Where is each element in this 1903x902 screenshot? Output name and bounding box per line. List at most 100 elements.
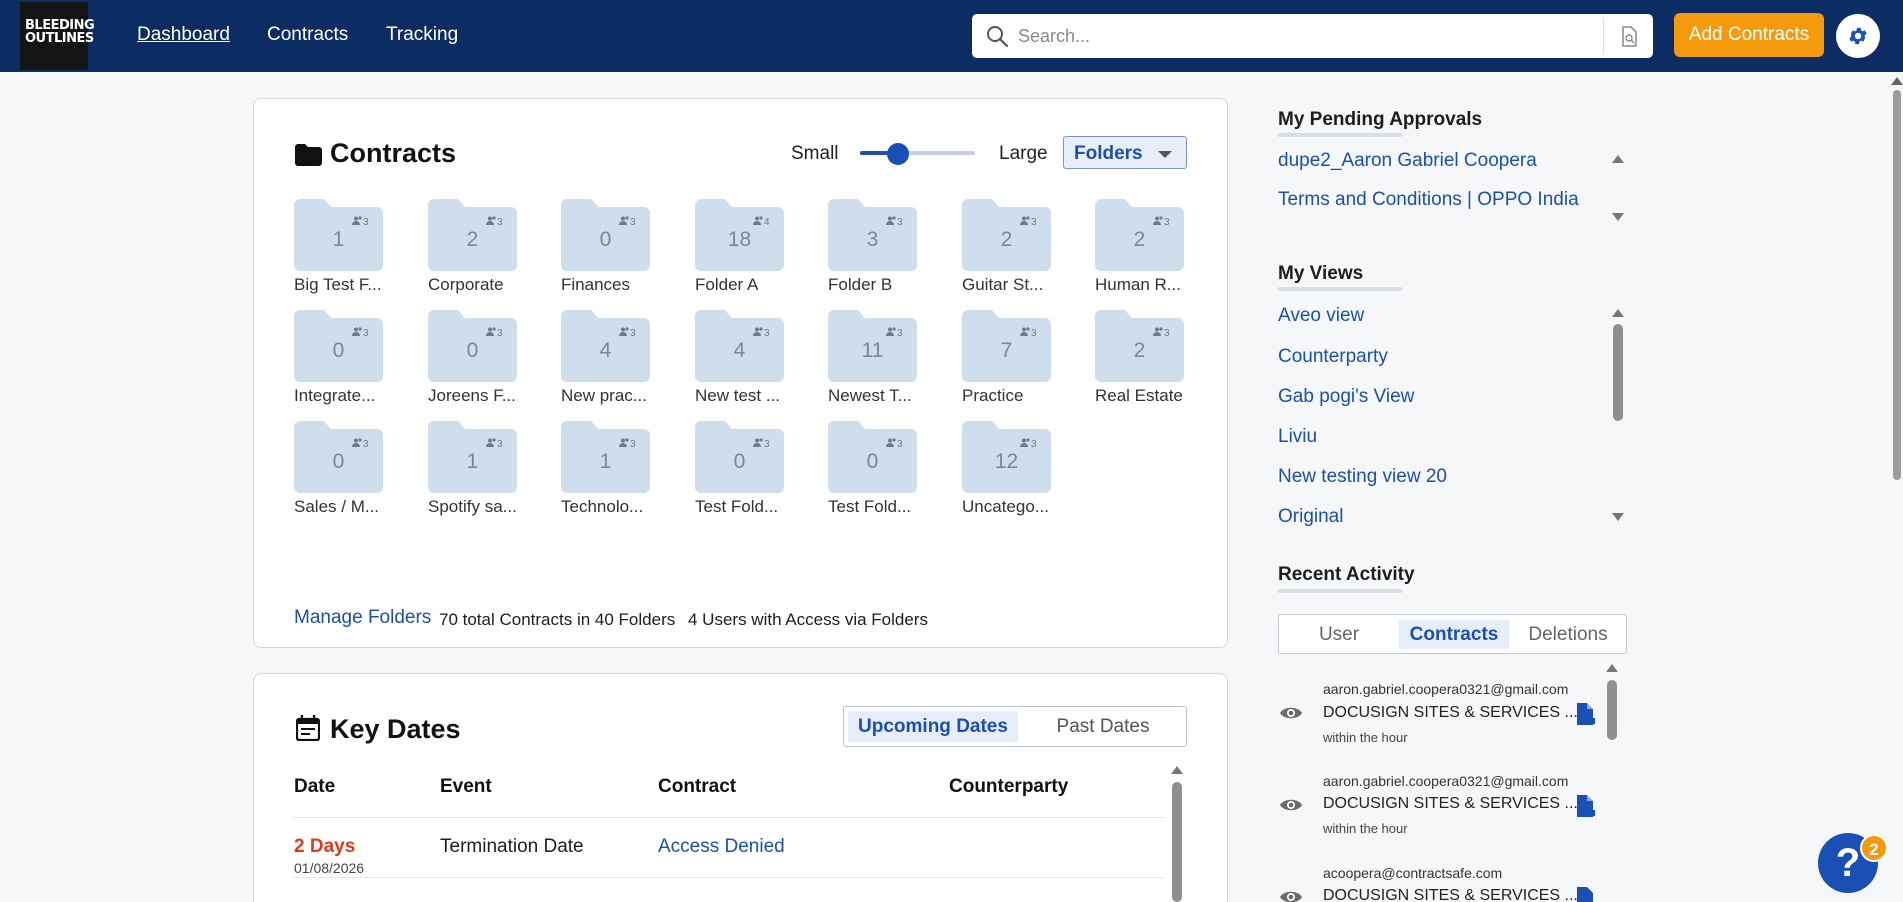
view-item[interactable]: Aveo view (1278, 305, 1364, 327)
folder-tile[interactable]: 3 1 Big Test F... (294, 199, 390, 299)
folder-icon (295, 144, 322, 171)
scroll-up-arrow[interactable] (1606, 664, 1618, 672)
contract-document-icon[interactable] (1574, 702, 1598, 731)
views-scrollbar[interactable] (1613, 324, 1623, 421)
activity-user-email: aaron.gabriel.coopera0321@gmail.com (1323, 773, 1569, 789)
view-item[interactable]: New testing view 20 (1278, 466, 1447, 488)
folder-tile[interactable]: 3 12 Uncatego... (962, 421, 1058, 521)
eye-icon[interactable] (1279, 889, 1303, 902)
scrollbar-thumb[interactable] (1607, 680, 1617, 740)
scroll-up-arrow[interactable] (1612, 309, 1624, 317)
view-mode-select[interactable]: Folders (1063, 136, 1187, 169)
scrollbar-thumb[interactable] (1172, 782, 1182, 902)
folder-tile[interactable]: 3 2 Human R... (1095, 199, 1191, 299)
calendar-icon (295, 715, 321, 746)
folder-users-count: 3 (619, 327, 636, 339)
activity-scrollbar[interactable] (1607, 680, 1617, 740)
tab-deletions[interactable]: Deletions (1513, 620, 1623, 649)
scroll-up-arrow[interactable] (1612, 155, 1624, 163)
folder-users-count: 3 (619, 438, 636, 450)
folder-contract-count: 0 (599, 228, 612, 251)
eye-icon[interactable] (1279, 705, 1303, 726)
contract-document-icon[interactable] (1574, 794, 1598, 823)
search-icon[interactable] (985, 24, 1009, 53)
manage-folders-link[interactable]: Manage Folders (294, 607, 431, 629)
nav-contracts[interactable]: Contracts (267, 24, 348, 46)
view-item[interactable]: Counterparty (1278, 346, 1388, 368)
tab-past-dates[interactable]: Past Dates (1022, 711, 1184, 742)
folder-tile[interactable]: 3 0 Joreens F... (428, 310, 524, 410)
tab-user[interactable]: User (1283, 620, 1395, 649)
col-header-contract[interactable]: Contract (658, 776, 736, 798)
users-icon (619, 216, 629, 225)
table-divider (294, 817, 1164, 818)
page-scrollbar-thumb[interactable] (1893, 90, 1901, 480)
folder-tile[interactable]: 3 0 Integrate... (294, 310, 390, 410)
settings-button[interactable] (1836, 14, 1880, 58)
document-search-icon[interactable] (1603, 18, 1653, 54)
folder-contract-count: 3 (866, 228, 879, 251)
folder-tile[interactable]: 3 1 Spotify sa... (428, 421, 524, 521)
folder-tile[interactable]: 3 4 New prac... (561, 310, 657, 410)
folder-tile[interactable]: 3 4 New test ... (695, 310, 791, 410)
folder-tile[interactable]: 3 7 Practice (962, 310, 1058, 410)
users-access-text: 4 Users with Access via Folders (688, 610, 928, 629)
size-small-label: Small (791, 143, 839, 164)
pending-approval-item[interactable]: Terms and Conditions | OPPO India (1278, 189, 1579, 211)
folder-name: Integrate... (294, 386, 376, 405)
users-icon (753, 327, 763, 336)
col-header-event[interactable]: Event (440, 776, 492, 798)
activity-contract-title[interactable]: DOCUSIGN SITES & SERVICES ... (1323, 795, 1578, 813)
folder-tile[interactable]: 3 0 Test Fold... (695, 421, 791, 521)
add-contracts-button[interactable]: Add Contracts (1674, 13, 1824, 57)
search-input[interactable] (1018, 22, 1568, 50)
scroll-down-arrow[interactable] (1612, 213, 1624, 221)
contract-document-icon[interactable] (1574, 886, 1598, 902)
scrollbar-thumb[interactable] (1613, 324, 1623, 421)
nav-dashboard[interactable]: Dashboard (137, 24, 230, 46)
contracts-title: Contracts (330, 138, 457, 168)
folder-contract-count: 1 (599, 450, 612, 473)
chevron-down-icon (1158, 151, 1172, 158)
col-header-counterparty[interactable]: Counterparty (949, 776, 1068, 798)
view-item[interactable]: Liviu (1278, 426, 1317, 448)
activity-contract-title[interactable]: DOCUSIGN SITES & SERVICES ... (1323, 704, 1578, 722)
folder-contract-count: 0 (332, 450, 345, 473)
folder-contract-count: 0 (733, 450, 746, 473)
folder-tile[interactable]: 3 0 Sales / M... (294, 421, 390, 521)
folder-tile[interactable]: 4 18 Folder A (695, 199, 791, 299)
folder-tile[interactable]: 3 11 Newest T... (828, 310, 924, 410)
folder-users-count: 3 (1020, 216, 1037, 228)
folder-tile[interactable]: 3 1 Technolo... (561, 421, 657, 521)
scroll-up-arrow[interactable] (1171, 766, 1183, 774)
folder-users-count: 3 (352, 216, 369, 228)
view-item[interactable]: Gab pogi's View (1278, 386, 1414, 408)
folder-tile[interactable]: 3 3 Folder B (828, 199, 924, 299)
pending-approval-item[interactable]: dupe2_Aaron Gabriel Coopera (1278, 150, 1537, 172)
tab-upcoming-dates[interactable]: Upcoming Dates (848, 711, 1018, 742)
folder-tile[interactable]: 3 2 Guitar St... (962, 199, 1058, 299)
folder-tile[interactable]: 3 2 Corporate (428, 199, 524, 299)
folder-tile[interactable]: 3 2 Real Estate (1095, 310, 1191, 410)
col-header-date[interactable]: Date (294, 776, 335, 798)
contract-link[interactable]: Access Denied (658, 836, 785, 858)
folder-tile[interactable]: 3 0 Finances (561, 199, 657, 299)
view-item[interactable]: Original (1278, 506, 1343, 528)
users-icon (486, 438, 496, 447)
page-scroll-up-arrow[interactable] (1891, 77, 1903, 85)
company-logo[interactable]: BLEEDING OUTLINES (20, 2, 95, 70)
folder-users-count: 3 (753, 438, 770, 450)
folder-users-count: 3 (753, 327, 770, 339)
key-dates-scrollbar[interactable] (1172, 782, 1182, 902)
nav-tracking[interactable]: Tracking (386, 24, 458, 46)
tab-contracts[interactable]: Contracts (1399, 620, 1509, 649)
activity-contract-title[interactable]: DOCUSIGN SITES & SERVICES ... (1323, 887, 1578, 902)
folder-size-slider[interactable] (860, 143, 975, 165)
folder-users-count: 3 (486, 438, 503, 450)
users-icon (1153, 327, 1163, 336)
slider-thumb[interactable] (887, 143, 909, 165)
eye-icon[interactable] (1279, 797, 1303, 818)
activity-time: within the hour (1323, 821, 1408, 836)
folder-tile[interactable]: 3 0 Test Fold... (828, 421, 924, 521)
scroll-down-arrow[interactable] (1612, 513, 1624, 521)
